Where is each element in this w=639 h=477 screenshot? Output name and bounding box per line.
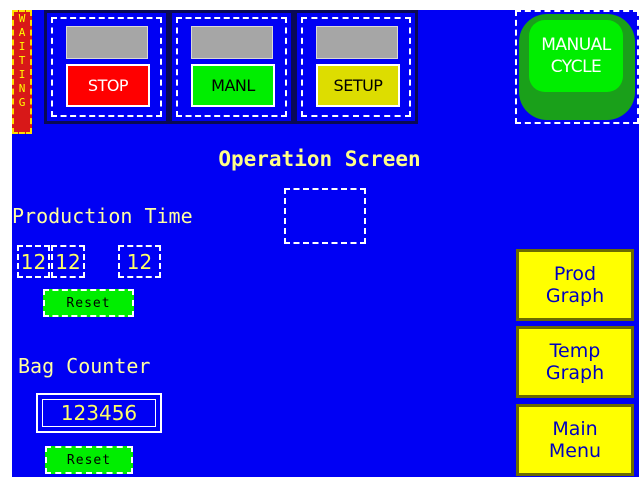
production-minutes-value: 12 <box>51 245 85 278</box>
manual-cycle-button[interactable]: MANUAL CYCLE <box>515 10 639 124</box>
prod-graph-button[interactable]: Prod Graph <box>516 249 634 321</box>
prod-graph-line1: Prod <box>553 263 597 285</box>
waiting-letter: W <box>18 12 26 25</box>
waiting-letter: I <box>18 40 26 53</box>
production-time-reset-button[interactable]: Reset <box>43 289 134 317</box>
manual-mode-button[interactable]: MANL <box>169 10 294 124</box>
temp-graph-button[interactable]: Temp Graph <box>516 326 634 398</box>
setup-button[interactable]: SETUP <box>294 10 418 124</box>
manual-mode-label: MANL <box>191 64 275 107</box>
manual-cycle-line1: MANUAL <box>541 35 611 55</box>
stop-button[interactable]: STOP <box>44 10 169 124</box>
waiting-status-indicator: W A I T I N G <box>12 10 32 134</box>
main-menu-line1: Main <box>552 418 598 440</box>
production-time-label: Production Time <box>12 204 193 228</box>
bag-counter-display: 123456 <box>36 393 162 433</box>
stop-label: STOP <box>66 64 150 107</box>
stop-lamp <box>66 26 148 59</box>
temp-graph-line1: Temp <box>549 340 601 362</box>
bag-counter-label: Bag Counter <box>18 354 151 378</box>
production-hours-value: 12 <box>17 245 50 278</box>
page-title: Operation Screen <box>218 147 421 171</box>
blank-display-box <box>284 188 366 244</box>
temp-graph-line2: Graph <box>545 362 605 384</box>
bag-counter-value: 123456 <box>42 399 156 427</box>
manual-cycle-button-face: MANUAL CYCLE <box>529 20 623 92</box>
manual-mode-lamp <box>191 26 273 59</box>
setup-lamp <box>316 26 398 59</box>
manual-cycle-line2: CYCLE <box>550 57 602 77</box>
waiting-letter: N <box>18 82 26 95</box>
hmi-screen: W A I T I N G STOP MANL SETUP MANUAL CYC… <box>0 0 639 477</box>
prod-graph-line2: Graph <box>545 285 605 307</box>
setup-label: SETUP <box>316 64 400 107</box>
main-menu-button[interactable]: Main Menu <box>516 404 634 476</box>
waiting-letter: G <box>18 96 26 109</box>
waiting-letter: I <box>18 68 26 81</box>
main-menu-line2: Menu <box>548 440 602 462</box>
production-seconds-value: 12 <box>118 245 161 278</box>
waiting-letter: T <box>18 54 26 67</box>
waiting-letter: A <box>18 26 26 39</box>
bag-counter-reset-button[interactable]: Reset <box>45 446 133 474</box>
